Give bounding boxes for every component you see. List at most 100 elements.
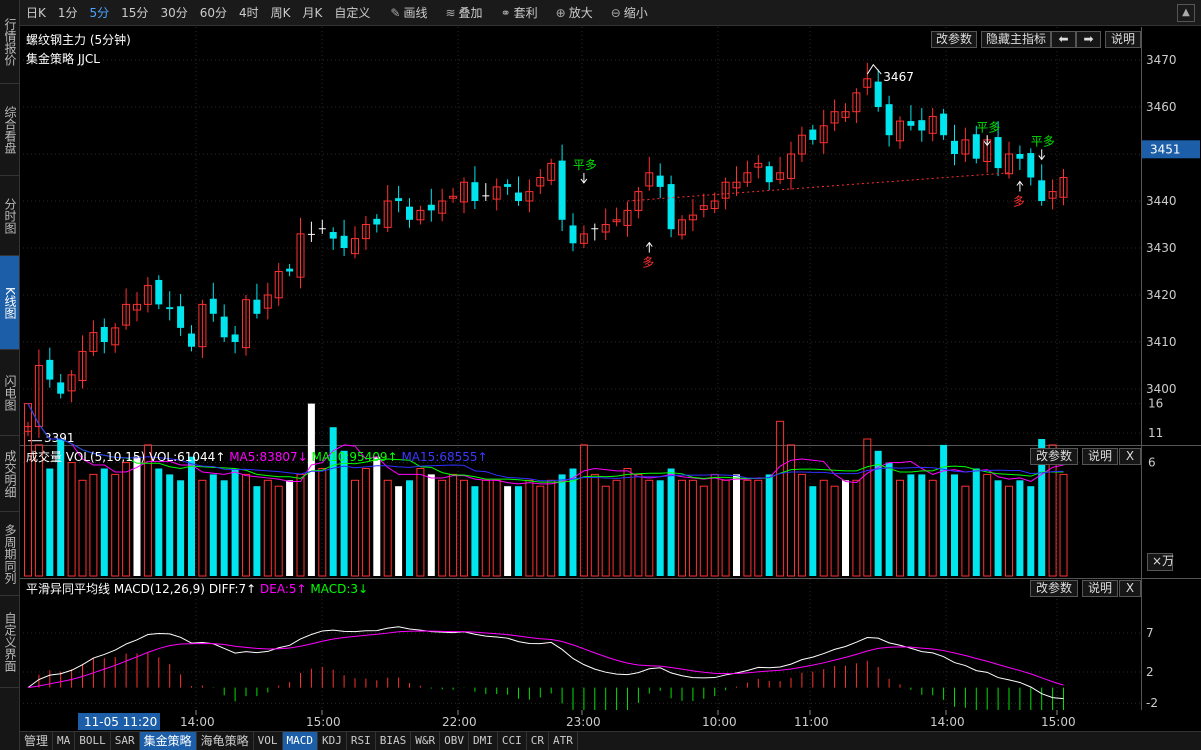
macd-tick-label: -2 (1146, 696, 1158, 710)
volume-bar (918, 474, 926, 576)
indicator-tab-5[interactable]: 海龟策略 (197, 732, 254, 750)
indicator-tab-7[interactable]: MACD (282, 732, 319, 750)
period-tab-5[interactable]: 60分 (200, 4, 227, 21)
macd-help-button[interactable]: 说明 (1082, 580, 1118, 597)
candle-body (100, 326, 108, 342)
nav-item-5[interactable]: 成交明细 (0, 436, 19, 512)
vol-params-button[interactable]: 改参数 (1030, 448, 1078, 465)
vol-ma5: MA5:83807↓ (229, 450, 308, 464)
cursor-time-label: 11-05 11:20 (84, 715, 157, 729)
candle-body (907, 121, 915, 126)
time-label: 10:00 (702, 715, 737, 729)
period-tab-3[interactable]: 15分 (121, 4, 148, 21)
macd-dea: DEA:5↑ (260, 582, 307, 596)
tool-zoom-out-button[interactable]: ⊖ 缩小 (611, 4, 648, 21)
vol-tick-label: 6 (1148, 456, 1156, 470)
period-tab-0[interactable]: 日K (26, 4, 46, 21)
next-arrow-button[interactable]: ➡ (1076, 31, 1101, 48)
nav-item-0[interactable]: 行情报价 (0, 0, 19, 84)
indicator-tab-1[interactable]: MA (53, 732, 76, 750)
indicator-tab-8[interactable]: KDJ (318, 732, 347, 750)
main-params-button[interactable]: 改参数 (931, 31, 977, 48)
chart-area[interactable]: 347034603450344034303420341034001611672-… (20, 27, 1201, 731)
candle-body (318, 228, 326, 230)
volume-bar (972, 468, 980, 576)
tool-zoom-in-button[interactable]: ⊕ 放大 (556, 4, 593, 21)
volume-bar (209, 474, 217, 576)
volume-bar (1016, 480, 1024, 576)
collapse-toolbar-button[interactable]: ▲ (1177, 4, 1195, 22)
indicator-tab-3[interactable]: SAR (111, 732, 140, 750)
toolbar: 日K 1分 5分 15分 30分 60分 4时 周K 月K 自定义 ✎ 画线 ≋ 叠加 ⚭ 套利 ⊕ 放大 ⊖ 缩小… (20, 0, 1201, 26)
indicator-tab-4[interactable]: 集金策略 (139, 732, 197, 750)
buy-signal: 多 (1013, 195, 1025, 209)
indicator-tab-14[interactable]: CCI (498, 732, 527, 750)
macd-close-button[interactable]: X (1119, 580, 1141, 597)
indicator-tab-16[interactable]: ATR (549, 732, 578, 750)
indicator-tab-15[interactable]: CR (527, 732, 550, 750)
vol-header: 成交量 VOL(5,10,15) VOL:61044↑ MA5:83807↓ M… (26, 448, 488, 465)
vol-name: 成交量 (26, 450, 63, 464)
kline-window: 行情报价 综合看盘 分时图 K线图 闪电图 成交明细 多周期同列 自定义界面 日K 1分 5分 15… (0, 0, 1201, 750)
main-help-button[interactable]: 说明 (1105, 31, 1141, 48)
nav-item-2[interactable]: 分时图 (0, 176, 19, 256)
candle-body (591, 228, 599, 230)
volume-bar (286, 480, 294, 576)
buy-signal: 多 (642, 256, 654, 270)
nav-item-7[interactable]: 自定义界面 (0, 596, 19, 688)
period-tab-2[interactable]: 5分 (90, 4, 110, 21)
arbitrage-icon: ⚭ (500, 6, 511, 20)
candle-body (504, 184, 512, 187)
period-tab-4[interactable]: 30分 (160, 4, 187, 21)
vol-close-button[interactable]: X (1119, 448, 1141, 465)
tool-buttons: ✎ 画线 ≋ 叠加 ⚭ 套利 ⊕ 放大 ⊖ 缩小 (390, 4, 665, 21)
candle-body (874, 81, 882, 107)
volume-bar (569, 468, 577, 576)
volume-bar (133, 456, 141, 576)
candle-body (406, 206, 413, 220)
tool-pencil-button[interactable]: ✎ 画线 (390, 4, 427, 21)
candle-body (253, 299, 261, 314)
period-tab-8[interactable]: 月K (303, 4, 323, 21)
high-label: 3467 (883, 70, 914, 84)
candle-body (471, 182, 479, 201)
hide-main-indicator-button[interactable]: 隐藏主指标 (981, 31, 1051, 48)
volume-bar (373, 456, 381, 576)
tool-arbitrage-button[interactable]: ⚭ 套利 (501, 4, 538, 21)
indicator-tab-10[interactable]: BIAS (376, 732, 412, 750)
volume-bar (885, 462, 893, 576)
candle-body (307, 233, 315, 235)
candle-body (395, 198, 403, 201)
period-tab-1[interactable]: 1分 (58, 4, 78, 21)
nav-item-3[interactable]: K线图 (0, 256, 19, 350)
nav-item-1[interactable]: 综合看盘 (0, 84, 19, 176)
indicator-tab-2[interactable]: BOLL (75, 732, 111, 750)
volume-bar (515, 486, 522, 576)
indicator-tab-0[interactable]: 管理 (20, 732, 54, 750)
indicator-tab-12[interactable]: OBV (440, 732, 470, 750)
vol-help-button[interactable]: 说明 (1082, 448, 1118, 465)
candle-body (46, 359, 54, 380)
stack-icon: ≋ (445, 6, 456, 20)
indicator-tab-6[interactable]: VOL (254, 732, 283, 750)
macd-params-button[interactable]: 改参数 (1030, 580, 1078, 597)
indicator-tab-11[interactable]: W&R (411, 732, 441, 750)
nav-item-6[interactable]: 多周期同列 (0, 512, 19, 596)
candle-body (558, 160, 566, 220)
tool-stack-button[interactable]: ≋ 叠加 (445, 4, 482, 21)
macd-tick-label: 2 (1146, 665, 1154, 679)
price-tick-label: 3400 (1146, 382, 1177, 396)
vol-tick-label: 16 (1148, 397, 1163, 411)
period-tab-6[interactable]: 4时 (239, 4, 259, 21)
indicator-tab-9[interactable]: RSI (347, 732, 376, 750)
tool-label: 叠加 (458, 6, 483, 20)
volume-bar (340, 450, 348, 576)
candle-body (231, 334, 239, 342)
indicator-tab-13[interactable]: DMI (469, 732, 498, 750)
volume-bar (940, 444, 948, 576)
prev-arrow-button[interactable]: ⬅ (1051, 31, 1076, 48)
period-tab-9[interactable]: 自定义 (334, 4, 370, 21)
period-tab-7[interactable]: 周K (271, 4, 291, 21)
nav-item-4[interactable]: 闪电图 (0, 350, 19, 436)
zoom-out-icon: ⊖ (610, 6, 621, 20)
